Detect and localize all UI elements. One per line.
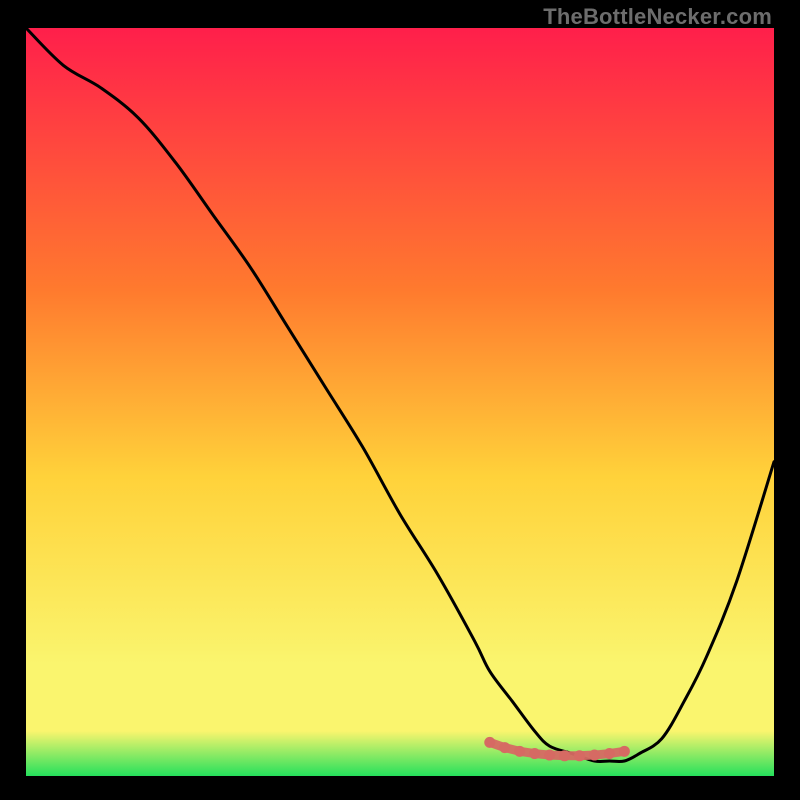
gradient-background — [26, 28, 774, 776]
optimal-region-dot — [484, 737, 495, 748]
optimal-region-dot — [604, 748, 615, 759]
optimal-region-dot — [514, 746, 525, 757]
chart-frame: TheBottleNecker.com — [0, 0, 800, 800]
optimal-region-dot — [499, 742, 510, 753]
optimal-region-dot — [529, 748, 540, 759]
optimal-region-dot — [544, 750, 555, 761]
optimal-region-dot — [559, 750, 570, 761]
optimal-region-dot — [619, 746, 630, 757]
optimal-region-dot — [589, 750, 600, 761]
watermark-text: TheBottleNecker.com — [543, 4, 772, 30]
optimal-region-dot — [574, 750, 585, 761]
bottleneck-chart — [26, 28, 774, 776]
